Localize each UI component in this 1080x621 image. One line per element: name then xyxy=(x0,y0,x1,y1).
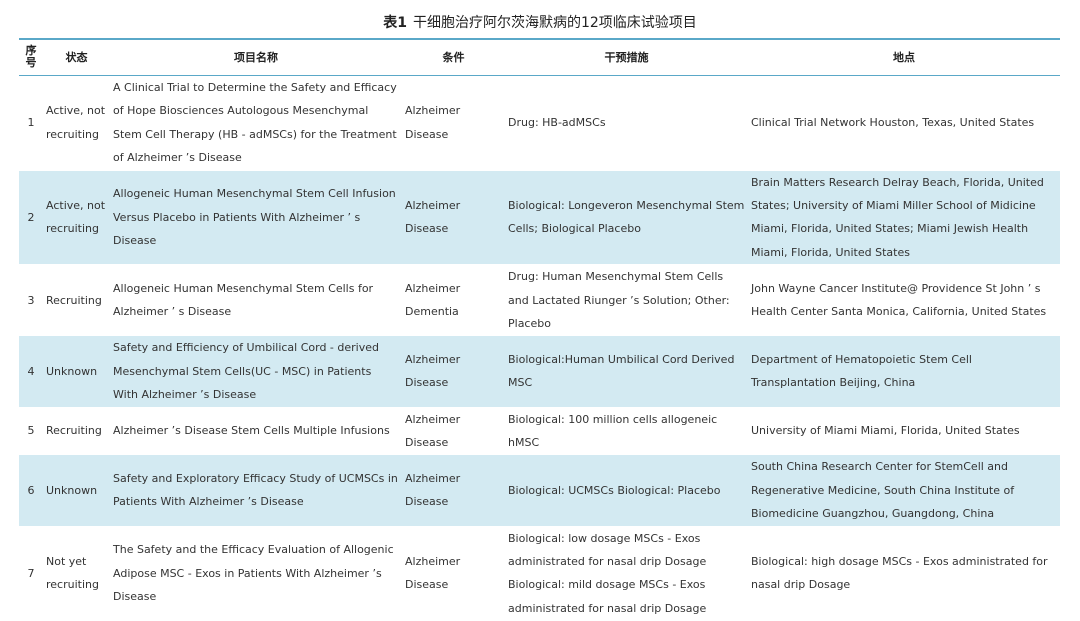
cell-name: A Clinical Trial to Determine the Safety… xyxy=(113,80,397,164)
cell-status: Recruiting xyxy=(46,424,102,438)
cell-intervention: Biological: UCMSCs Biological: Placebo xyxy=(505,454,748,527)
header-condition: 条件 xyxy=(442,50,465,64)
cell-location: South China Research Center for StemCell… xyxy=(748,454,1060,527)
cell-seq: 6 xyxy=(19,454,43,527)
cell-intervention: Biological:Human Umbilical Cord Derived … xyxy=(505,335,748,408)
cell-condition: Alzheimer Disease xyxy=(405,555,461,592)
header-name: 项目名称 xyxy=(234,50,278,64)
cell-name: Allogeneic Human Mesenchymal Stem Cells … xyxy=(113,281,374,319)
cell-condition: Alzheimer Disease xyxy=(402,335,505,408)
cell-name: Allogeneic Human Mesenchymal Stem Cell I… xyxy=(110,170,402,265)
cell-location: Biological: high dosage MSCs - Exos admi… xyxy=(751,555,1048,592)
cell-intervention: Drug: HB-adMSCs xyxy=(508,115,606,129)
table-caption: 表1 干细胞治疗阿尔茨海默病的12项临床试验项目 xyxy=(0,0,1080,38)
cell-seq: 2 xyxy=(19,170,43,265)
table-row: 1 Active, not recruiting A Clinical Tria… xyxy=(19,75,1060,170)
cell-location: Clinical Trial Network Houston, Texas, U… xyxy=(751,115,1035,129)
table-header-row: 序号 状态 项目名称 条件 干预措施 地点 xyxy=(19,39,1060,75)
cell-intervention: Biological: Longeveron Mesenchymal Stem … xyxy=(505,170,748,265)
header-intervention: 干预措施 xyxy=(604,50,649,64)
cell-name: Alzheimer ’s Disease Stem Cells Multiple… xyxy=(113,424,390,438)
table-title: 干细胞治疗阿尔茨海默病的12项临床试验项目 xyxy=(412,15,697,31)
cell-status: Not yet recruiting xyxy=(46,555,99,592)
table-number: 表1 xyxy=(383,15,407,31)
cell-status: Unknown xyxy=(43,454,110,527)
cell-condition: Alzheimer Disease xyxy=(405,104,461,141)
cell-condition: Alzheimer Dementia xyxy=(405,281,461,319)
cell-intervention: Biological: low dosage MSCs - Exos admin… xyxy=(508,531,707,615)
table-row: 5 Recruiting Alzheimer ’s Disease Stem C… xyxy=(19,407,1060,455)
header-status: 状态 xyxy=(65,50,88,64)
cell-location: John Wayne Cancer Institute@ Providence … xyxy=(751,281,1047,319)
cell-status: Unknown xyxy=(43,335,110,408)
cell-condition: Alzheimer Disease xyxy=(402,454,505,527)
table-row: 6 Unknown Safety and Exploratory Efficac… xyxy=(19,454,1060,527)
cell-status: Active, not recruiting xyxy=(46,104,106,141)
cell-status: Active, not recruiting xyxy=(43,170,110,265)
cell-intervention: Biological: 100 million cells allogeneic… xyxy=(508,412,718,449)
cell-seq: 5 xyxy=(27,424,35,438)
cell-seq: 1 xyxy=(27,115,35,129)
header-seq: 序号 xyxy=(25,44,37,70)
cell-status: Recruiting xyxy=(46,293,102,307)
cell-seq: 3 xyxy=(27,293,35,307)
cell-seq: 7 xyxy=(27,566,35,580)
table-row: 7 Not yet recruiting The Safety and the … xyxy=(19,526,1060,621)
cell-name: Safety and Efficiency of Umbilical Cord … xyxy=(110,335,402,408)
cell-name: Safety and Exploratory Efficacy Study of… xyxy=(110,454,402,527)
cell-seq: 4 xyxy=(19,335,43,408)
cell-condition: Alzheimer Disease xyxy=(405,412,461,449)
table-row: 2 Active, not recruiting Allogeneic Huma… xyxy=(19,170,1060,265)
cell-intervention: Drug: Human Mesenchymal Stem Cells and L… xyxy=(508,270,730,330)
cell-location: University of Miami Miami, Florida, Unit… xyxy=(751,424,1020,438)
clinical-trials-table: 序号 状态 项目名称 条件 干预措施 地点 1 Active, not recr… xyxy=(19,38,1060,621)
header-location: 地点 xyxy=(893,50,915,64)
table-row: 4 Unknown Safety and Efficiency of Umbil… xyxy=(19,335,1060,408)
cell-condition: Alzheimer Disease xyxy=(402,170,505,265)
cell-location: Department of Hematopoietic Stem Cell Tr… xyxy=(748,335,1060,408)
cell-name: The Safety and the Efficacy Evaluation o… xyxy=(113,543,394,604)
table-row: 3 Recruiting Allogeneic Human Mesenchyma… xyxy=(19,265,1060,336)
cell-location: Brain Matters Research Delray Beach, Flo… xyxy=(748,170,1060,265)
